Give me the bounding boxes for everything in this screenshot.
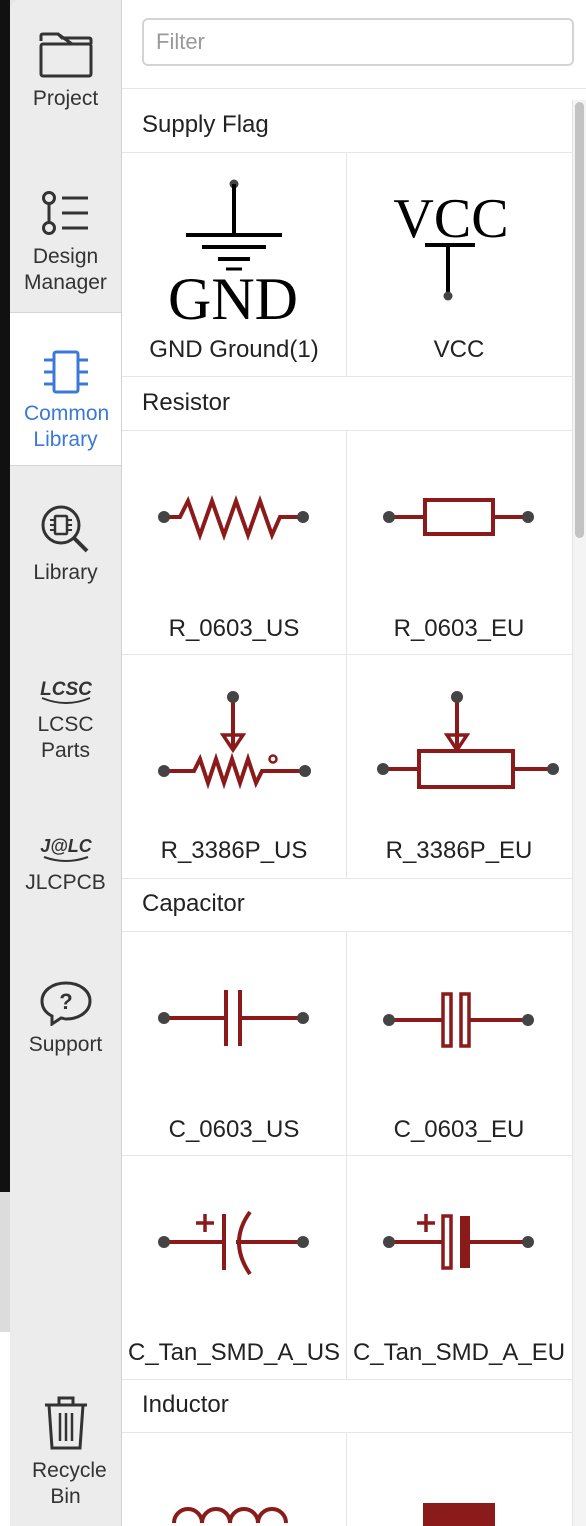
- sidebar-item-label: Support: [28, 1033, 103, 1056]
- sidebar-item-label: Common Library: [24, 402, 110, 451]
- sidebar-item-project[interactable]: Project: [10, 30, 121, 114]
- svg-text:LCSC: LCSC: [40, 679, 92, 700]
- symbol-vcc[interactable]: VCC VCC: [347, 153, 571, 376]
- window-edge: [0, 0, 10, 1526]
- sidebar-item-common-library[interactable]: Common Library: [10, 312, 121, 466]
- list-tree-icon: [41, 191, 88, 235]
- capacitor-us-symbol: [158, 990, 309, 1046]
- category-header-supply-flag: Supply Flag: [142, 111, 269, 138]
- divider: [122, 1379, 572, 1380]
- symbol-c-0603-us[interactable]: C_0603_US: [122, 932, 346, 1155]
- filter-input[interactable]: [142, 18, 574, 66]
- vcc-symbol: VCC: [393, 188, 509, 301]
- symbol-label: C_Tan_SMD_A_US: [127, 1339, 341, 1366]
- sidebar: Project Design Manager Common Library Li…: [10, 0, 122, 1526]
- symbol-label: R_3386P_US: [160, 837, 308, 864]
- symbol-inductor-eu[interactable]: [347, 1433, 571, 1526]
- symbol-c-0603-eu[interactable]: C_0603_EU: [347, 932, 571, 1155]
- sidebar-item-design-manager[interactable]: Design Manager: [10, 190, 121, 296]
- sidebar-item-library[interactable]: Library: [10, 504, 121, 586]
- symbol-label: R_3386P_EU: [385, 837, 533, 864]
- symbol-r-3386p-us[interactable]: R_3386P_US: [122, 655, 346, 878]
- sidebar-item-label: Library: [33, 561, 98, 584]
- potentiometer-eu-symbol: [377, 691, 559, 789]
- help-bubble-icon: ?: [39, 981, 92, 1026]
- symbol-c-tan-smd-a-eu[interactable]: C_Tan_SMD_A_EU: [347, 1156, 571, 1379]
- sidebar-item-label: JLCPCB: [25, 871, 106, 894]
- capacitor-eu-symbol: [383, 992, 534, 1048]
- resistor-eu-symbol: [383, 498, 534, 536]
- sidebar-item-support[interactable]: ? Support: [10, 980, 121, 1058]
- symbol-label: R_0603_EU: [393, 615, 525, 642]
- svg-text:?: ?: [59, 989, 72, 1014]
- svg-text:GND: GND: [168, 266, 298, 332]
- symbol-label: C_0603_EU: [393, 1116, 525, 1143]
- divider: [122, 878, 572, 879]
- category-header-resistor: Resistor: [142, 389, 231, 416]
- category-header-capacitor: Capacitor: [142, 890, 245, 917]
- potentiometer-us-symbol: [158, 691, 311, 790]
- inductor-eu-symbol: [423, 1503, 495, 1526]
- symbol-r-0603-eu[interactable]: R_0603_EU: [347, 431, 571, 654]
- polarized-capacitor-us-symbol: [158, 1210, 309, 1276]
- symbol-r-3386p-eu[interactable]: R_3386P_EU: [347, 655, 571, 878]
- symbol-gnd[interactable]: GND GND Ground(1): [122, 153, 346, 376]
- sidebar-item-label: Project: [32, 87, 99, 110]
- symbol-c-tan-smd-a-us[interactable]: C_Tan_SMD_A_US: [122, 1156, 346, 1379]
- folder-icon: [39, 32, 92, 78]
- scrollbar-thumb[interactable]: [575, 102, 584, 538]
- symbol-label: VCC: [433, 336, 485, 363]
- symbol-r-0603-us[interactable]: R_0603_US: [122, 431, 346, 654]
- svg-text:VCC: VCC: [393, 188, 508, 250]
- search-chip-icon: [41, 505, 88, 553]
- chip-icon: [43, 350, 88, 394]
- symbol-label: C_Tan_SMD_A_EU: [352, 1339, 566, 1366]
- inductor-us-symbol: [172, 1507, 288, 1524]
- sidebar-item-label: LCSC Parts: [37, 713, 94, 762]
- sidebar-item-label: Design Manager: [24, 245, 107, 294]
- divider: [122, 88, 586, 89]
- sidebar-item-jlcpcb[interactable]: J@LC JLCPCB: [10, 830, 121, 896]
- symbol-label: R_0603_US: [168, 615, 300, 642]
- trash-icon: [44, 1396, 87, 1450]
- category-header-inductor: Inductor: [142, 1391, 229, 1418]
- sidebar-item-lcsc-parts[interactable]: LCSC LCSC Parts: [10, 672, 121, 764]
- sidebar-item-label: Recycle Bin: [32, 1459, 107, 1508]
- sidebar-item-recycle-bin[interactable]: Recycle Bin: [10, 1394, 121, 1510]
- symbol-inductor-us[interactable]: [122, 1433, 346, 1526]
- library-panel: Supply Flag GND GND Ground(1) VCC VCC Re…: [122, 0, 586, 1526]
- resistor-us-symbol: [158, 494, 309, 542]
- divider: [122, 376, 572, 377]
- polarized-capacitor-eu-symbol: [383, 1214, 534, 1270]
- svg-text:J@LC: J@LC: [40, 836, 93, 856]
- lcsc-logo-icon: LCSC: [40, 679, 92, 704]
- symbol-label: GND Ground(1): [149, 336, 319, 363]
- jlc-logo-icon: J@LC: [40, 836, 93, 862]
- gnd-symbol: GND: [168, 179, 298, 332]
- symbol-label: C_0603_US: [168, 1116, 300, 1143]
